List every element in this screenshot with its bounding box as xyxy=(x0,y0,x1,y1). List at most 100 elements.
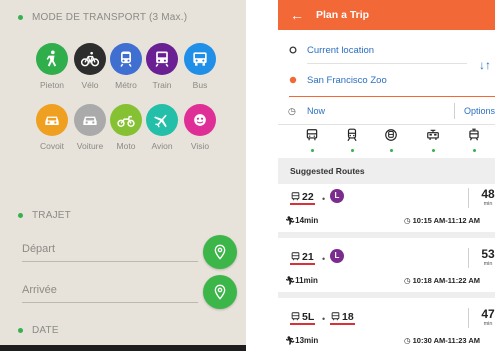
time-range: ◷ 10:18 AM-11:22 AM xyxy=(404,276,481,285)
bus-icon xyxy=(331,312,340,321)
route-number: 22 xyxy=(302,190,314,203)
mode-train[interactable]: Train xyxy=(142,43,182,90)
route-number: 18 xyxy=(342,310,354,323)
mode-label: Bus xyxy=(192,80,208,90)
depart-location-button[interactable] xyxy=(203,235,237,269)
route-bus-badge: 21 xyxy=(290,251,315,265)
plane-icon xyxy=(146,104,178,136)
transport-mode-heading: MODE DE TRANSPORT (3 Max.) xyxy=(32,12,188,23)
route-card[interactable]: 21 • L 53 min 🏃︎11min ◷ 10:18 AM-11:22 A… xyxy=(278,244,495,298)
duration-unit: min xyxy=(483,261,493,267)
visio-icon xyxy=(184,104,216,136)
separator xyxy=(468,188,469,208)
mode-label: Covoit xyxy=(39,141,65,151)
mode-velo[interactable]: Vélo xyxy=(70,43,110,90)
options-button[interactable]: Options xyxy=(464,106,495,116)
mode-pieton[interactable]: Pieton xyxy=(32,43,72,90)
arrivee-location-button[interactable] xyxy=(203,275,237,309)
mode-label: Métro xyxy=(115,80,137,90)
section-bullet xyxy=(18,213,23,218)
mode-voiture[interactable]: Voiture xyxy=(70,104,110,151)
walk-time: 🏃︎11min xyxy=(285,276,318,285)
date-heading: DATE xyxy=(32,325,59,336)
transport-preferences-panel: MODE DE TRANSPORT (3 Max.) Pieton Vélo M… xyxy=(0,0,246,351)
selected-dot xyxy=(310,149,314,152)
walk-time: 🏃︎13min xyxy=(285,336,319,345)
mode-label: Avion xyxy=(151,141,173,151)
line-l-badge: L xyxy=(330,249,344,263)
bus-icon xyxy=(306,129,318,141)
origin-row[interactable]: Current location xyxy=(278,37,495,63)
route-number: 21 xyxy=(302,250,314,263)
mode-bus[interactable]: Bus xyxy=(180,43,220,90)
app-bar: ← Plan a Trip xyxy=(278,0,495,30)
route-bus-badge: 22 xyxy=(290,191,315,205)
arrivee-field[interactable]: Arrivée xyxy=(22,284,198,303)
transport-filter-row xyxy=(278,128,495,156)
mode-label: Pieton xyxy=(39,80,65,90)
time-options-row: ◷ Now Options xyxy=(278,99,495,123)
time-mode-button[interactable]: Now xyxy=(307,106,325,116)
route-number: 5L xyxy=(302,310,315,323)
metro-icon xyxy=(110,43,142,75)
filter-bus[interactable] xyxy=(303,128,321,152)
transport-mode-section: MODE DE TRANSPORT (3 Max.) xyxy=(18,12,187,23)
suggested-routes-header: Suggested Routes xyxy=(278,158,495,184)
mode-label: Vélo xyxy=(81,80,99,90)
mode-label: Moto xyxy=(116,141,136,151)
walk-time: 🏃︎14min xyxy=(285,216,319,225)
separator xyxy=(468,308,469,328)
map-pin-icon xyxy=(214,244,226,260)
selected-dot xyxy=(472,149,476,152)
walk-minutes: 13min xyxy=(295,336,319,345)
moto-icon xyxy=(110,104,142,136)
mode-covoit[interactable]: Covoit xyxy=(32,104,72,151)
duration-unit: min xyxy=(483,201,493,207)
divider xyxy=(307,63,467,64)
time-range: ◷ 10:30 AM-11:23 AM xyxy=(404,336,481,345)
car-icon xyxy=(74,104,106,136)
walk-icon xyxy=(36,43,68,75)
selected-dot xyxy=(350,149,354,152)
bus-icon xyxy=(291,252,300,261)
walk-minutes: 11min xyxy=(295,276,318,285)
destination-underline xyxy=(289,96,495,97)
bike-icon xyxy=(74,43,106,75)
route-card[interactable]: 22 • L 48 min 🏃︎14min ◷ 10:15 AM-11:12 A… xyxy=(278,184,495,238)
line-l-badge: L xyxy=(330,189,344,203)
filter-tram[interactable] xyxy=(465,128,483,152)
bus-icon xyxy=(184,43,216,75)
depart-field[interactable]: Départ xyxy=(22,243,198,262)
filter-rail[interactable] xyxy=(343,128,361,152)
route-bus-badge: 18 xyxy=(330,311,355,325)
mode-avion[interactable]: Avion xyxy=(142,104,182,151)
filter-cablecar[interactable] xyxy=(424,128,442,152)
divider xyxy=(278,124,495,125)
filter-subway[interactable] xyxy=(382,128,400,152)
route-duration: 48 min xyxy=(480,187,495,208)
time-range-text: 10:30 AM-11:23 AM xyxy=(412,336,481,345)
mode-visio[interactable]: Visio xyxy=(180,104,220,151)
leg-separator: • xyxy=(322,254,326,264)
destination-row[interactable]: San Francisco Zoo xyxy=(278,67,495,93)
duration-value: 48 xyxy=(481,187,495,201)
train-icon xyxy=(146,43,178,75)
tram-icon xyxy=(469,128,479,141)
date-section: DATE xyxy=(18,325,59,336)
mode-metro[interactable]: Métro xyxy=(106,43,146,90)
clock-icon: ◷ xyxy=(288,105,296,116)
origin-text: Current location xyxy=(307,44,375,56)
bottom-bar xyxy=(0,345,246,351)
mode-moto[interactable]: Moto xyxy=(106,104,146,151)
separator xyxy=(454,103,455,119)
selected-dot xyxy=(431,149,435,152)
bus-icon xyxy=(291,312,300,321)
page-title: Plan a Trip xyxy=(316,9,370,21)
time-range: ◷ 10:15 AM-11:12 AM xyxy=(404,216,481,225)
mode-label: Voiture xyxy=(76,141,104,151)
route-card[interactable]: 5L • 18 47 min 🏃︎13min ◷ 10:30 AM-11:23 … xyxy=(278,304,495,351)
plan-trip-screen: ← Plan a Trip Current location ↓↑ San Fr… xyxy=(278,0,495,351)
map-pin-icon xyxy=(214,284,226,300)
back-arrow-icon[interactable]: ← xyxy=(290,8,304,22)
subway-icon xyxy=(385,129,397,141)
